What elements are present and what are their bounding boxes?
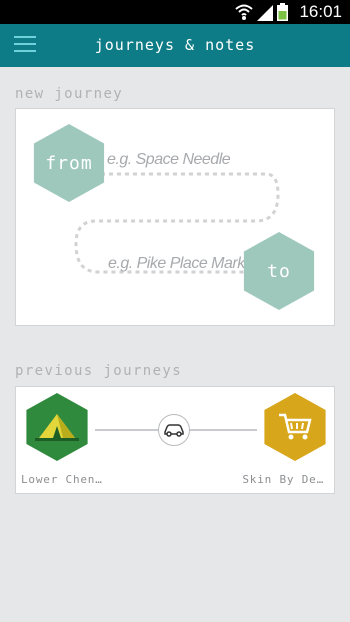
previous-journey-card[interactable]: Lower Chen… Skin By De…	[15, 386, 335, 494]
app-title: journeys & notes	[94, 36, 256, 54]
start-hexagon	[26, 393, 88, 461]
to-label: to	[267, 260, 291, 282]
new-journey-label: new journey	[15, 86, 124, 102]
previous-journeys-label: previous journeys	[15, 363, 183, 379]
car-icon	[158, 414, 190, 446]
from-label: from	[45, 152, 93, 174]
app-bar: journeys & notes	[0, 24, 350, 67]
status-bar: 16:01	[0, 0, 350, 24]
journey-start-name: Lower Chen…	[21, 473, 103, 486]
wifi-icon	[235, 4, 253, 20]
from-place-input[interactable]: e.g. Space Needle	[107, 151, 231, 169]
signal-icon	[257, 5, 273, 21]
battery-icon	[277, 3, 288, 21]
shopping-cart-icon	[279, 413, 312, 440]
journey-end-name: Skin By De…	[242, 473, 324, 486]
end-hexagon	[264, 393, 326, 461]
new-journey-card: from e.g. Space Needle e.g. Pike Place M…	[15, 108, 335, 326]
to-place-input[interactable]: e.g. Pike Place Market	[108, 255, 258, 273]
status-time: 16:01	[299, 2, 342, 21]
tent-icon	[35, 414, 79, 441]
status-icons	[235, 3, 288, 21]
